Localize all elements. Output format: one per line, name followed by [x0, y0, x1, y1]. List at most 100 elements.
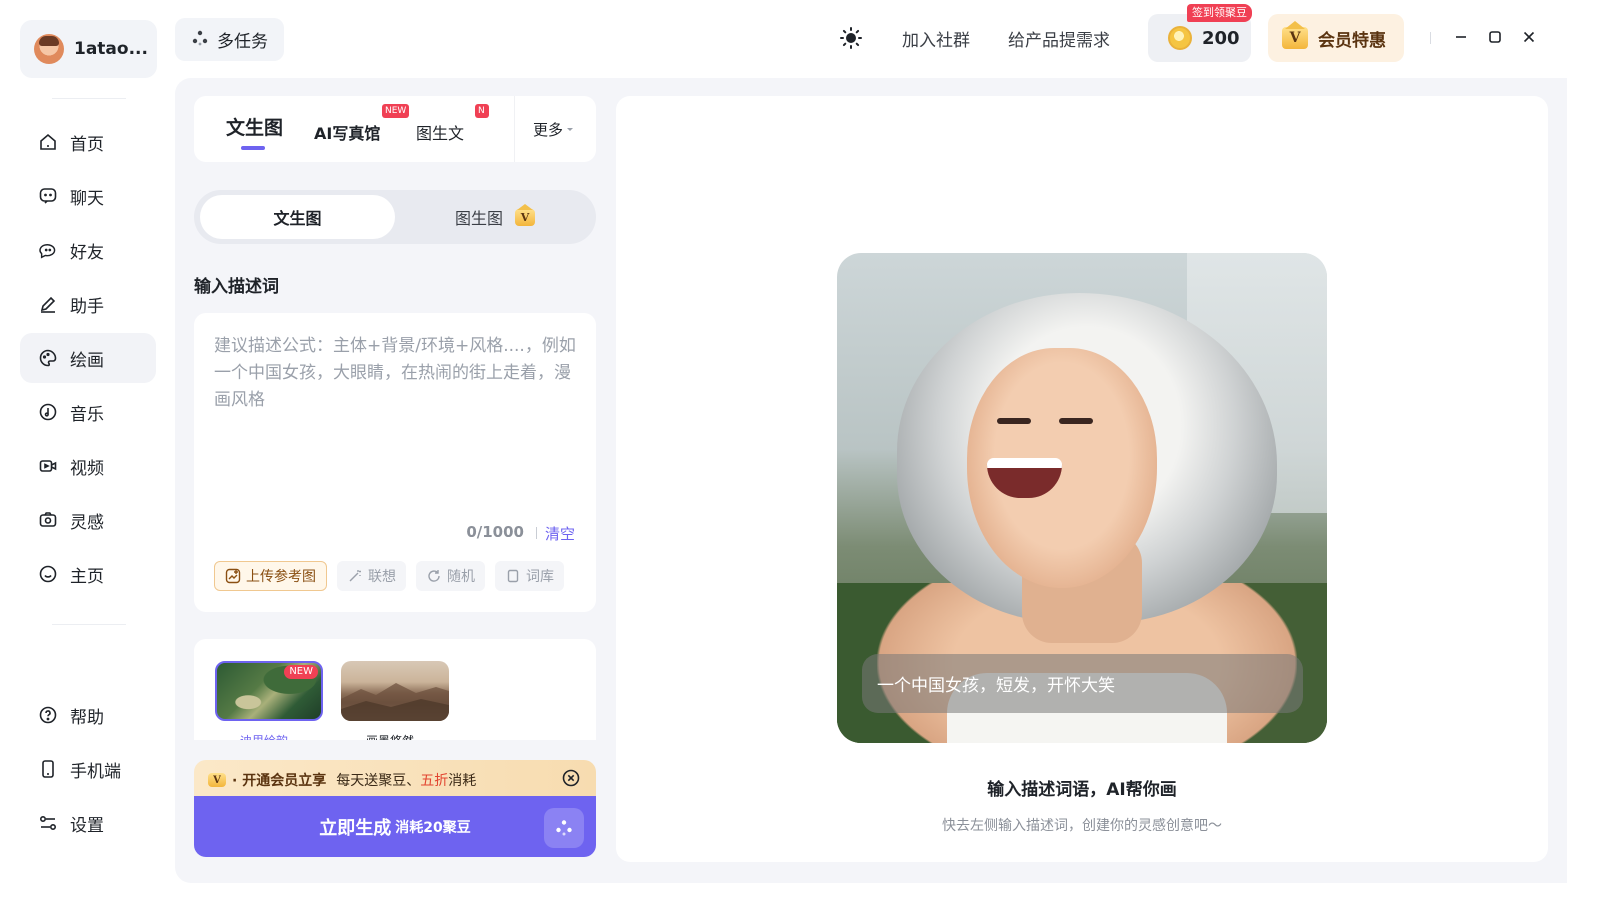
vip-icon-letter: V — [520, 210, 530, 224]
mode-img2img-label: 图生图 — [454, 209, 503, 228]
vip-icon-letter: V — [1289, 30, 1301, 46]
lexicon-button[interactable]: 词库 — [495, 561, 564, 591]
prompt-tools: 上传参考图 联想 随机 词库 — [214, 561, 564, 591]
vip-crown-icon: V — [515, 203, 535, 226]
vip-crown-icon: V — [208, 773, 226, 787]
sidebar-item-help[interactable]: 帮助 — [20, 690, 156, 740]
mountain-landscape-icon — [341, 683, 449, 721]
sun-icon — [840, 27, 862, 49]
minimize-button[interactable] — [1451, 27, 1471, 47]
char-counter: 0/1000 — [466, 523, 524, 541]
friends-icon — [38, 240, 58, 260]
inspiration-icon — [38, 510, 58, 530]
style-picker: NEW 迪里绘韵 画墨悠然 — [194, 639, 596, 740]
vip-icon-letter: V — [213, 774, 221, 786]
sidebar-item-label: 主页 — [70, 566, 104, 587]
sidebar-item-assistant[interactable]: 助手 — [20, 279, 156, 329]
lexicon-label: 词库 — [526, 569, 554, 585]
upload-image-icon — [225, 568, 241, 584]
music-icon — [38, 402, 58, 422]
sidebar-item-music[interactable]: 音乐 — [20, 387, 156, 437]
sidebar-item-home[interactable]: 首页 — [20, 117, 156, 167]
associate-button[interactable]: 联想 — [337, 561, 406, 591]
user-card[interactable]: 1atao... — [20, 20, 157, 78]
sidebar-item-settings[interactable]: 设置 — [20, 798, 156, 848]
tab-text2img[interactable]: 文生图 — [226, 113, 283, 140]
vip-promo-strip[interactable]: V · 开通会员立享 每天送聚豆、 五折 消耗 — [194, 760, 596, 800]
prompt-input[interactable] — [214, 333, 578, 513]
coin-icon — [1168, 26, 1192, 50]
multitask-label: 多任务 — [217, 32, 268, 52]
settings-icon — [38, 813, 58, 833]
chevron-down-icon — [567, 128, 574, 131]
image-eye — [997, 418, 1031, 424]
join-community-link[interactable]: 加入社群 — [902, 26, 970, 51]
tab-img2text[interactable]: 图生文 — [416, 120, 464, 144]
canvas-subtitle: 快去左侧输入描述词，创建你的灵感创意吧～ — [942, 818, 1222, 834]
minimize-icon — [1456, 36, 1466, 38]
mode-text2img-label: 文生图 — [273, 209, 322, 228]
refresh-icon — [426, 568, 442, 584]
prompt-card: 0/1000 清空 上传参考图 联想 随机 词库 — [194, 313, 596, 612]
sidebar-item-label: 设置 — [70, 815, 104, 836]
window-controls-divider — [1430, 32, 1431, 44]
prompt-section-title: 输入描述词 — [194, 277, 279, 297]
close-window-button[interactable] — [1519, 27, 1539, 47]
vip-strip-close-button[interactable] — [562, 769, 580, 787]
sidebar-item-profile[interactable]: 主页 — [20, 549, 156, 599]
sidebar-item-video[interactable]: 视频 — [20, 441, 156, 491]
generate-cost: 消耗20聚豆 — [395, 819, 471, 836]
paint-icon — [38, 348, 58, 368]
style-thumbnail[interactable] — [341, 661, 449, 721]
sidebar-divider — [52, 624, 126, 625]
upload-reference-button[interactable]: 上传参考图 — [214, 561, 327, 591]
random-button[interactable]: 随机 — [416, 561, 485, 591]
mode-text2img[interactable]: 文生图 — [200, 195, 395, 239]
sidebar-item-label: 视频 — [70, 458, 104, 479]
help-icon — [38, 705, 58, 725]
tab-more-dropdown[interactable]: 更多 — [514, 96, 596, 162]
vip-promo-highlight: 五折 — [420, 773, 449, 789]
sidebar-item-friends[interactable]: 好友 — [20, 225, 156, 275]
sidebar-item-paint[interactable]: 绘画 — [20, 333, 156, 383]
sidebar-item-chat[interactable]: 聊天 — [20, 171, 156, 221]
sidebar-item-label: 灵感 — [70, 512, 104, 533]
clear-button[interactable]: 清空 — [545, 523, 575, 544]
multitask-button[interactable]: 多任务 — [175, 18, 284, 61]
sidebar-item-label: 手机端 — [70, 761, 121, 782]
home-icon — [38, 132, 58, 152]
generate-label: 立即生成 — [319, 817, 392, 839]
sidebar-nav: 首页 聊天 好友 助手 绘画 音乐 视频 灵感 主页 — [20, 117, 156, 603]
sidebar-bottom-nav: 帮助 手机端 设置 — [20, 690, 156, 852]
sample-caption: 一个中国女孩，短发，开怀大笑 — [862, 654, 1303, 713]
checkin-badge[interactable]: 签到领聚豆 — [1187, 4, 1252, 22]
sidebar-item-label: 助手 — [70, 296, 104, 317]
close-icon — [562, 769, 580, 787]
magic-wand-icon — [347, 568, 363, 584]
random-label: 随机 — [447, 569, 475, 585]
mobile-icon — [38, 759, 58, 779]
associate-label: 联想 — [368, 569, 396, 585]
sidebar-item-label: 好友 — [70, 242, 104, 263]
sidebar-item-inspiration[interactable]: 灵感 — [20, 495, 156, 545]
avatar — [34, 34, 64, 64]
feedback-link[interactable]: 给产品提需求 — [1008, 26, 1110, 51]
chat-icon — [38, 186, 58, 206]
maximize-button[interactable] — [1485, 27, 1505, 47]
tab-more-label: 更多 — [533, 120, 564, 139]
vip-offer-button[interactable]: V 会员特惠 — [1268, 14, 1404, 62]
coin-count: 200 — [1202, 27, 1240, 49]
mode-img2img[interactable]: 图生图 V — [400, 195, 590, 239]
style-thumbnail[interactable]: NEW — [215, 661, 323, 721]
generate-button[interactable]: 立即生成 消耗20聚豆 — [194, 796, 596, 857]
sidebar-item-mobile[interactable]: 手机端 — [20, 744, 156, 794]
image-eye — [1059, 418, 1093, 424]
style-caption: 迪里绘韵 — [240, 732, 288, 740]
tab-active-underline — [241, 146, 265, 150]
book-icon — [505, 568, 521, 584]
generate-queue-button[interactable] — [544, 808, 584, 848]
sidebar-item-label: 聊天 — [70, 188, 104, 209]
theme-toggle-button[interactable] — [839, 26, 863, 50]
vip-promo-lead: · 开通会员立享 — [232, 773, 327, 789]
tab-ai-photo[interactable]: AI写真馆 — [314, 120, 380, 144]
